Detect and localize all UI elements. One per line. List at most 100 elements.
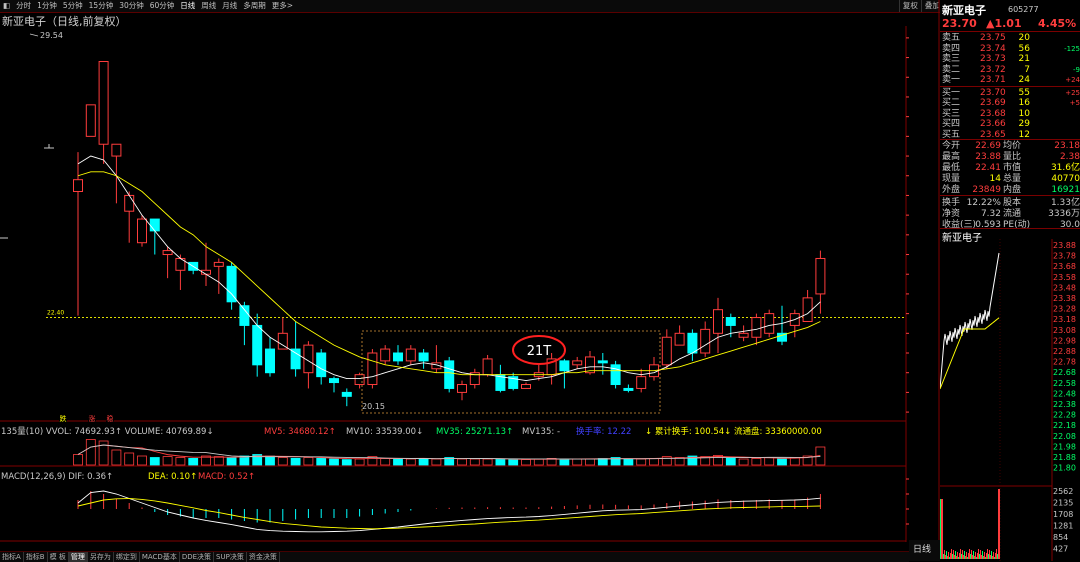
cumulative-turnover-label: ↓ 累计换手: 100.54↓ 流通盘: 33360000.00 — [645, 426, 822, 437]
candle-body — [213, 261, 224, 267]
period-tab-9[interactable]: 月线 — [219, 0, 240, 12]
intraday-volume-tick: 1708 — [1053, 510, 1073, 519]
intraday-chart[interactable]: 23.88 23.7823.68 23.5823.48 23.38 23.2823.18… — [940, 239, 1080, 561]
stat-value: 40770 — [1051, 174, 1080, 184]
stat-value: 7.32 — [980, 209, 1001, 219]
period-tab-1[interactable]: 分时 — [13, 0, 34, 12]
volume-bar — [162, 456, 173, 466]
candle-body — [674, 332, 685, 346]
ask-row-1[interactable]: 卖五 23.75 20 — [942, 33, 1080, 44]
turnover-label: 换手率: 12.22 — [576, 426, 631, 437]
candle-body — [418, 352, 429, 362]
candle-body — [367, 352, 378, 386]
stat-value: 31.6亿 — [1050, 163, 1080, 173]
volume-bar — [623, 458, 634, 466]
kline-chart[interactable]: 22.40 29.5029.0028.5028.0027.5027.0026.5… — [0, 26, 909, 542]
level-price: 23.73 — [980, 54, 1006, 64]
ask-row-2[interactable]: 卖四 23.74 56 -125 — [942, 44, 1080, 55]
intraday-volume-tick: 427 — [1053, 545, 1068, 554]
bid-row-2[interactable]: 买二 23.69 16 +5 — [942, 98, 1080, 109]
day-tab[interactable]: 日线 — [913, 542, 931, 555]
intraday-price-tick: 23.48 — [1053, 283, 1076, 292]
intraday-price-tick: 22.28 — [1053, 411, 1076, 420]
stat-value: 12.22% — [966, 198, 1001, 208]
level-price: 23.66 — [980, 119, 1006, 129]
candle-body — [252, 324, 263, 366]
dea-label: DEA: 0.10↑ — [148, 472, 197, 482]
period-tab-2[interactable]: 1分钟 — [34, 0, 60, 12]
intraday-volume-tick: 2135 — [1053, 499, 1073, 508]
period-tab-4[interactable]: 15分钟 — [86, 0, 117, 12]
level-price: 23.71 — [980, 75, 1006, 85]
stat-row: 最低 22.41 市值 31.6亿 — [942, 163, 1080, 174]
volume-bar — [380, 457, 391, 466]
intraday-price-tick: 22.48 — [1053, 389, 1076, 398]
level-label: 卖一 — [942, 75, 961, 85]
volume-bar — [725, 457, 736, 466]
period-tab-6[interactable]: 60分钟 — [147, 0, 178, 12]
candle-body — [149, 218, 160, 232]
stat-label: 净资 — [942, 209, 961, 219]
ask-row-5[interactable]: 卖一 23.71 24 +24 — [942, 75, 1080, 86]
stat-label: 最高 — [942, 152, 961, 162]
candle-body — [738, 332, 749, 338]
intraday-price-tick: 23.08 — [1053, 326, 1076, 335]
period-tab-0[interactable]: ◧ — [0, 0, 13, 12]
volume-bar — [213, 456, 224, 466]
level-volume: 16 — [1018, 98, 1030, 108]
candle-body — [405, 348, 416, 362]
level-label: 买三 — [942, 108, 961, 119]
intraday-price-tick: 23.78 — [1053, 252, 1076, 261]
volume-bar — [636, 458, 647, 466]
level-volume: 20 — [1018, 33, 1030, 43]
stat-row: 最高 23.88 量比 2.38 — [942, 152, 1080, 163]
stat-label: 量比 — [1003, 152, 1022, 162]
mv10-label: MV10: 33539.00↓ — [346, 427, 423, 437]
period-tab-7[interactable]: 日线 — [177, 0, 198, 12]
bid-row-3[interactable]: 买三 23.68 10 — [942, 109, 1080, 120]
ask-row-3[interactable]: 卖三 23.73 21 — [942, 54, 1080, 65]
level-label: 买四 — [942, 119, 961, 129]
level-change: +5 — [1069, 99, 1080, 107]
candle-body — [559, 360, 570, 372]
volume-bar — [405, 458, 416, 466]
intraday-price-tick: 22.38 — [1053, 400, 1076, 409]
bid-row-1[interactable]: 买一 23.70 55 +25 — [942, 88, 1080, 99]
candle-body — [290, 348, 301, 370]
candle-body — [329, 378, 339, 384]
level-change: -9 — [1073, 65, 1080, 74]
candle-body — [137, 218, 147, 244]
mv135-label: MV135: - — [522, 427, 560, 437]
candle-body — [751, 317, 762, 338]
ask-row-4[interactable]: 卖二 23.72 7 -9 — [942, 65, 1080, 76]
level-volume: 55 — [1018, 87, 1030, 98]
intraday-price-tick: 23.58 — [1053, 273, 1076, 282]
intraday-price-tick: 23.68 — [1053, 262, 1076, 271]
level-label: 卖五 — [942, 33, 961, 43]
bid-row-4[interactable]: 买四 23.66 29 — [942, 119, 1080, 130]
candle-body — [265, 348, 275, 374]
period-tab-8[interactable]: 周线 — [198, 0, 219, 12]
macd-value-label: MACD: 0.52↑ — [198, 472, 255, 482]
level-price: 23.70 — [980, 87, 1006, 98]
stat-row: 换手 12.22% 股本 1.33亿 — [942, 198, 1080, 209]
stock-name: 新亚电子 — [942, 4, 986, 17]
divider — [940, 139, 1080, 140]
stat-value: 22.41 — [975, 163, 1001, 173]
level-label: 卖三 — [942, 54, 961, 64]
stat-label: 总量 — [1003, 174, 1022, 184]
candle-body — [85, 104, 96, 137]
candle-body — [380, 348, 391, 362]
period-tab-10[interactable]: 多周期 — [240, 0, 269, 12]
period-tab-5[interactable]: 30分钟 — [116, 0, 147, 12]
intraday-price-tick: 22.98 — [1053, 336, 1076, 345]
intraday-price-tick: 21.88 — [1053, 453, 1076, 462]
candle-body — [239, 305, 250, 326]
period-tab-3[interactable]: 5分钟 — [60, 0, 86, 12]
period-tab-11[interactable]: 更多> — [269, 0, 296, 12]
volume-bar — [354, 458, 365, 466]
candle-body — [815, 257, 826, 295]
intraday-price-tick: 22.78 — [1053, 358, 1076, 367]
candle-body — [457, 384, 467, 393]
candle-body — [111, 143, 122, 157]
